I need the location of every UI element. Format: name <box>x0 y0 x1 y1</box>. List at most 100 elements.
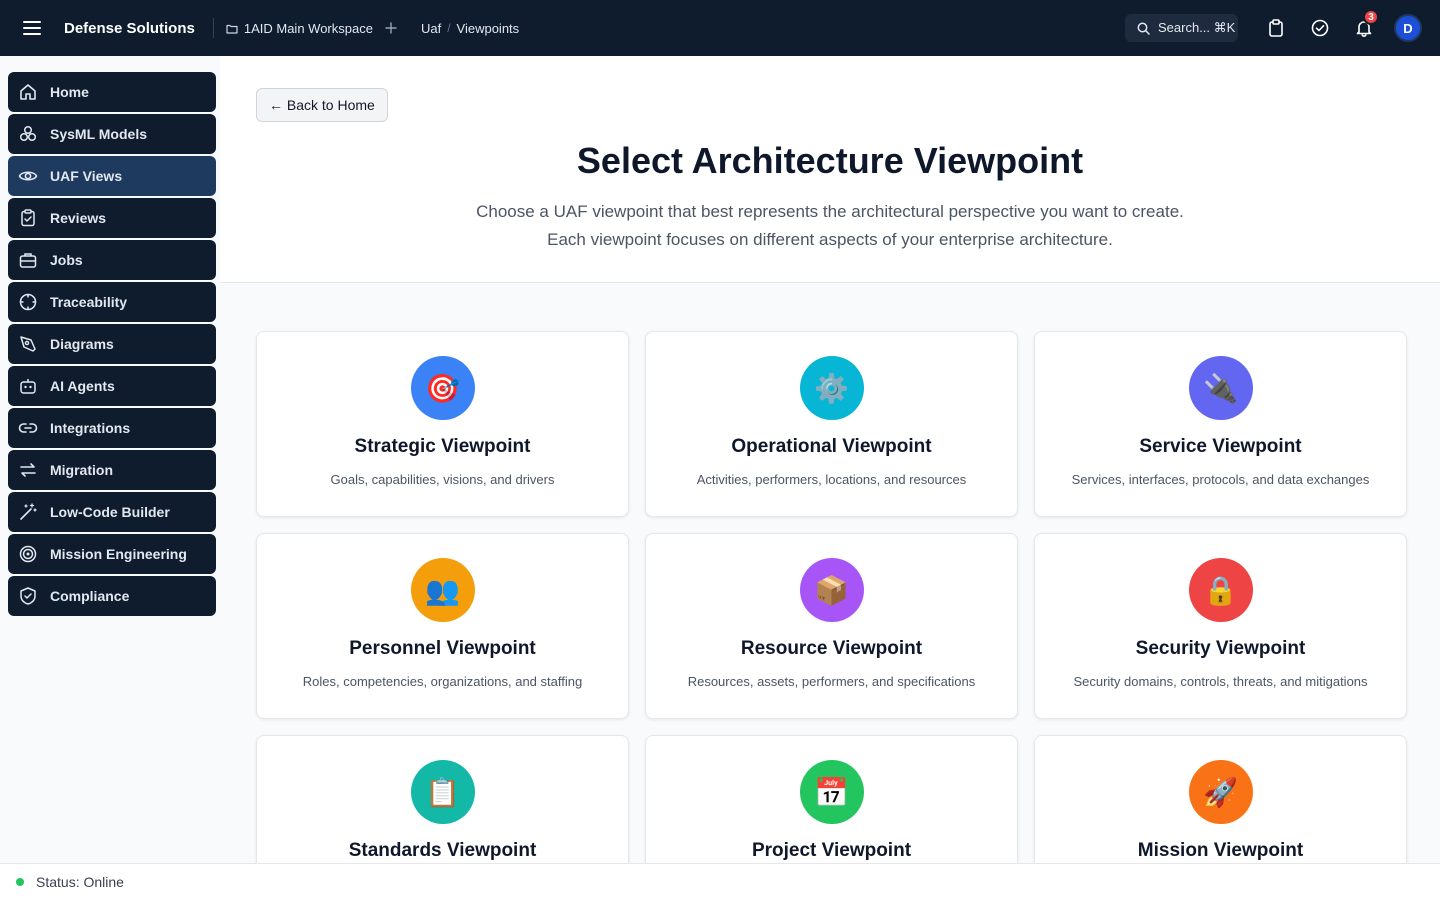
sidebar-item-label: AI Agents <box>50 378 115 394</box>
card-description: Activities, performers, locations, and r… <box>696 472 967 487</box>
sidebar-item-sysml-models[interactable]: SysML Models <box>8 114 216 154</box>
card-description: Resources, assets, performers, and speci… <box>687 674 976 689</box>
sidebar-item-compliance[interactable]: Compliance <box>8 576 216 616</box>
page-subtitle: Choose a UAF viewpoint that best represe… <box>220 198 1440 254</box>
sidebar-item-label: Traceability <box>50 294 128 310</box>
card-description: Goals, capabilities, visions, and driver… <box>330 472 555 487</box>
card-title: Resource Viewpoint <box>740 638 923 659</box>
top-bar: Defense Solutions 1AID Main Workspace Ua… <box>0 0 1440 56</box>
hamburger-icon <box>23 21 41 35</box>
breadcrumb-separator: / <box>447 21 451 35</box>
search-icon <box>1137 22 1150 35</box>
sidebar-item-home[interactable]: Home <box>8 72 216 112</box>
crosshair-icon <box>19 293 37 311</box>
sidebar-item-label: Low-Code Builder <box>50 504 170 520</box>
sidebar-item-label: Compliance <box>50 588 130 604</box>
sidebar-item-low-code-builder[interactable]: Low-Code Builder <box>8 492 216 532</box>
package-icon: 📦 <box>799 558 864 622</box>
briefcase-icon <box>19 253 37 268</box>
sidebar-item-ai-agents[interactable]: AI Agents <box>8 366 216 406</box>
topbar-divider <box>212 18 214 38</box>
workspace-name: 1AID Main Workspace <box>243 20 373 36</box>
sidebar-item-reviews[interactable]: Reviews <box>8 198 216 238</box>
card-description: Security domains, controls, threats, and… <box>1073 674 1368 689</box>
target-icon <box>19 545 37 563</box>
sidebar: Home SysML Models UAF Views Reviews Jobs… <box>8 72 216 618</box>
tasks-button[interactable] <box>1298 6 1342 50</box>
check-circle-icon <box>1311 19 1329 37</box>
workspace-selector[interactable]: 1AID Main Workspace <box>226 21 373 36</box>
sidebar-item-label: Reviews <box>50 210 107 226</box>
viewpoint-card-security[interactable]: 🔒 Security Viewpoint Security domains, c… <box>1034 533 1407 719</box>
folder-icon <box>226 24 238 34</box>
sidebar-item-jobs[interactable]: Jobs <box>8 240 216 280</box>
notifications-button[interactable]: 3 <box>1342 6 1386 50</box>
page-header: ← Back to Home Select Architecture Viewp… <box>220 56 1440 283</box>
sidebar-item-mission-engineering[interactable]: Mission Engineering <box>8 534 216 574</box>
viewpoint-card-personnel[interactable]: 👥 Personnel Viewpoint Roles, competencie… <box>256 533 629 719</box>
clipboard-button[interactable] <box>1254 6 1298 50</box>
arrows-swap-icon <box>20 463 36 477</box>
status-bar: Status: Online <box>0 863 1440 900</box>
sidebar-item-label: Jobs <box>50 252 83 268</box>
menu-toggle-button[interactable] <box>0 0 64 56</box>
gear-icon: ⚙️ <box>799 356 864 420</box>
sidebar-item-migration[interactable]: Migration <box>8 450 216 490</box>
shield-check-icon <box>20 587 36 605</box>
card-title: Mission Viewpoint <box>1137 840 1304 861</box>
plug-icon: 🔌 <box>1188 356 1253 420</box>
sidebar-item-label: Integrations <box>50 420 131 436</box>
back-to-home-button[interactable]: ← Back to Home <box>256 88 388 122</box>
clipboard-icon: 📋 <box>410 760 475 824</box>
viewpoint-card-strategic[interactable]: 🎯 Strategic Viewpoint Goals, capabilitie… <box>256 331 629 517</box>
sidebar-item-label: Mission Engineering <box>50 546 187 562</box>
target-icon: 🎯 <box>410 356 475 420</box>
sidebar-item-label: SysML Models <box>50 126 147 142</box>
viewpoint-card-operational[interactable]: ⚙️ Operational Viewpoint Activities, per… <box>645 331 1018 517</box>
breadcrumb: Uaf / Viewpoints <box>421 21 519 36</box>
plus-icon <box>385 22 397 34</box>
card-title: Service Viewpoint <box>1139 436 1302 457</box>
brand-name: Defense Solutions <box>64 19 195 37</box>
people-icon: 👥 <box>410 558 475 622</box>
breadcrumb-uaf[interactable]: Uaf <box>421 21 441 36</box>
search-button[interactable]: Search... ⌘K <box>1125 14 1238 42</box>
viewpoint-card-project[interactable]: 📅 Project Viewpoint <box>645 735 1018 863</box>
magic-wand-icon <box>20 503 37 520</box>
sidebar-item-integrations[interactable]: Integrations <box>8 408 216 448</box>
user-avatar[interactable]: D <box>1394 14 1422 42</box>
clipboard-check-icon <box>21 209 35 227</box>
sidebar-item-label: Migration <box>50 462 113 478</box>
sidebar-item-diagrams[interactable]: Diagrams <box>8 324 216 364</box>
card-title: Operational Viewpoint <box>731 436 932 457</box>
viewpoint-card-resource[interactable]: 📦 Resource Viewpoint Resources, assets, … <box>645 533 1018 719</box>
sidebar-item-uaf-views[interactable]: UAF Views <box>8 156 216 196</box>
home-icon <box>20 84 36 100</box>
status-text: Status: Online <box>36 874 124 890</box>
breadcrumb-viewpoints[interactable]: Viewpoints <box>457 21 520 36</box>
subtitle-line-1: Choose a UAF viewpoint that best represe… <box>476 202 1184 221</box>
viewpoint-card-standards[interactable]: 📋 Standards Viewpoint <box>256 735 629 863</box>
viewpoint-card-mission[interactable]: 🚀 Mission Viewpoint <box>1034 735 1407 863</box>
card-title: Personnel Viewpoint <box>349 638 536 659</box>
notification-badge: 3 <box>1363 9 1379 25</box>
add-workspace-button[interactable] <box>383 20 399 36</box>
card-description: Services, interfaces, protocols, and dat… <box>1071 472 1370 487</box>
viewpoint-grid: 🎯 Strategic Viewpoint Goals, capabilitie… <box>256 331 1408 863</box>
pen-tool-icon <box>20 336 36 352</box>
cubes-icon <box>19 125 37 142</box>
calendar-icon: 📅 <box>799 760 864 824</box>
status-online-dot-icon <box>16 878 24 886</box>
lock-icon: 🔒 <box>1188 558 1253 622</box>
link-icon <box>18 423 38 433</box>
rocket-icon: 🚀 <box>1188 760 1253 824</box>
sidebar-item-label: Home <box>50 84 89 100</box>
clipboard-icon <box>1269 19 1283 37</box>
bot-icon <box>20 379 36 394</box>
topbar-actions: Search... ⌘K 3 D <box>1125 6 1422 50</box>
viewpoint-card-service[interactable]: 🔌 Service Viewpoint Services, interfaces… <box>1034 331 1407 517</box>
sidebar-item-traceability[interactable]: Traceability <box>8 282 216 322</box>
card-title: Standards Viewpoint <box>348 840 537 861</box>
subtitle-line-2: Each viewpoint focuses on different aspe… <box>547 230 1113 249</box>
sidebar-item-label: Diagrams <box>50 336 114 352</box>
